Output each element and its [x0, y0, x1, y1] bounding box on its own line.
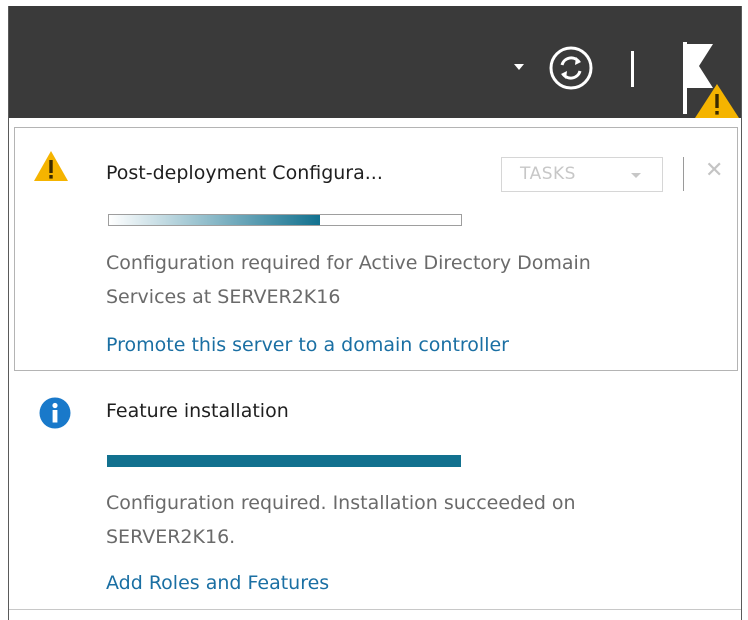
- notification-description-line1: Configuration required. Installation suc…: [106, 492, 576, 514]
- divider: [9, 609, 741, 610]
- promote-server-link[interactable]: Promote this server to a domain controll…: [106, 334, 509, 356]
- chevron-down-icon[interactable]: [514, 64, 524, 70]
- info-icon: [39, 397, 71, 429]
- close-icon[interactable]: ✕: [705, 158, 723, 183]
- notification-description-line2: Services at SERVER2K16: [106, 286, 341, 308]
- tasks-dropdown[interactable]: TASKS: [501, 157, 663, 192]
- notifications-window: Post-deployment Configura... TASKS ✕ Con…: [8, 6, 742, 620]
- notification-title: Post-deployment Configura...: [106, 162, 383, 184]
- progress-bar: [107, 455, 461, 467]
- notification-description-line2: SERVER2K16.: [106, 526, 236, 548]
- refresh-icon[interactable]: [548, 45, 594, 91]
- server-manager-toolbar: [9, 6, 741, 118]
- warning-icon: [695, 84, 739, 118]
- toolbar-separator: [631, 51, 634, 87]
- notification-description-line1: Configuration required for Active Direct…: [106, 252, 591, 274]
- chevron-down-icon: [631, 173, 641, 178]
- notification-post-deployment[interactable]: Post-deployment Configura... TASKS ✕ Con…: [14, 127, 738, 371]
- notification-flag-icon[interactable]: [677, 36, 742, 120]
- notification-feature-installation[interactable]: Feature installation Configuration requi…: [9, 371, 741, 611]
- tasks-label: TASKS: [520, 164, 576, 184]
- add-roles-and-features-link[interactable]: Add Roles and Features: [106, 572, 329, 594]
- separator: [683, 157, 684, 191]
- progress-bar: [108, 214, 462, 226]
- notification-title: Feature installation: [106, 400, 289, 422]
- warning-icon: [34, 151, 68, 181]
- progress-fill: [109, 215, 321, 225]
